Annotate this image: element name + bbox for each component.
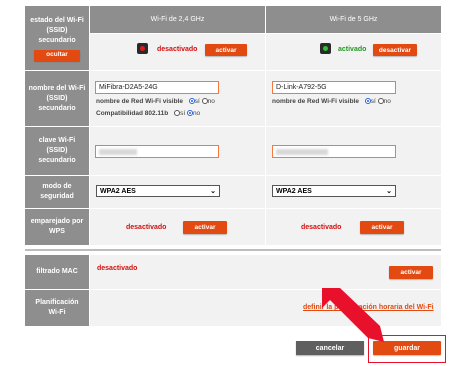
security-mode-label: modo de seguridad [25, 176, 89, 208]
ssid-name-5-input[interactable]: D-Link-A792-5G [272, 81, 396, 94]
section-divider [25, 249, 441, 251]
visible-5-no-label: no [383, 98, 391, 105]
ssid-status-5-text: activado [338, 46, 367, 53]
mac-filter-label: filtrado MAC [25, 255, 89, 289]
wps-5-status: desactivado [301, 224, 342, 231]
mac-filter-activate-button[interactable]: activar [389, 266, 433, 279]
hide-button[interactable]: ocultar [34, 49, 80, 61]
chevron-down-icon: ⌄ [210, 188, 216, 195]
compat-24-no-label: no [192, 110, 201, 117]
visible-5-no-radio[interactable] [377, 98, 384, 105]
secondary-ssid-status-label-text: estado del Wi-Fi (SSID) secundario [30, 16, 84, 44]
visible-24-yes-label: sí [194, 98, 200, 105]
wps-24-activate-button[interactable]: activar [183, 221, 227, 234]
visible-24-label: nombre de Red Wi-Fi visible [96, 98, 183, 105]
security-24-select[interactable]: WPA2 AES ⌄ [96, 185, 220, 197]
security-24-value: WPA2 AES [100, 187, 136, 195]
chevron-down-icon: ⌄ [386, 188, 392, 195]
compat-24-yes-label: sí [180, 110, 186, 117]
status-led-5-icon [320, 43, 331, 54]
wifi-key-label-text: clave Wi-Fi (SSID) secundario [38, 137, 76, 164]
visible-24-no-label: no [207, 98, 215, 105]
visible-24-row: nombre de Red Wi-Fi visible sí no [96, 98, 215, 105]
wps-cell-24 [90, 209, 265, 245]
column-header-24ghz: Wi-Fi de 2,4 GHz [90, 6, 265, 33]
wps-cell-5 [266, 209, 441, 245]
arrow-shape [322, 288, 384, 342]
hidden-key-24 [99, 148, 137, 155]
security-mode-label-text: modo de seguridad [40, 183, 74, 200]
visible-24-no-radio[interactable] [201, 98, 208, 105]
activate-24-button[interactable]: activar [205, 44, 247, 56]
ssid-status-24-text: desactivado [157, 46, 198, 53]
wifi-schedule-label: Planificación Wi-Fi [25, 290, 89, 326]
wifi-key-24-input[interactable] [95, 145, 219, 158]
hidden-key-5 [276, 148, 328, 155]
mac-filter-label-text: filtrado MAC [36, 268, 78, 275]
network-name-label: nombre del Wi-Fi (SSID) secundario [25, 71, 89, 126]
visible-5-yes-label: sí [370, 98, 376, 105]
secondary-ssid-status-label: estado del Wi-Fi (SSID) secundario ocult… [25, 6, 89, 70]
compat-24-label: Compatibilidad 802.11b [96, 110, 169, 117]
visible-5-row: nombre de Red Wi-Fi visible sí no [272, 98, 391, 105]
wifi-schedule-label-text: Planificación Wi-Fi [35, 299, 79, 316]
deactivate-5-button[interactable]: desactivar [373, 44, 417, 56]
wps-label: emparejado por WPS [25, 209, 89, 245]
wifi-key-5-input[interactable] [272, 145, 396, 158]
wps-5-activate-button[interactable]: activar [360, 221, 404, 234]
network-name-label-text: nombre del Wi-Fi (SSID) secundario [28, 84, 86, 112]
status-led-24-icon [137, 43, 148, 54]
security-5-select[interactable]: WPA2 AES ⌄ [272, 185, 396, 197]
column-header-5ghz: Wi-Fi de 5 GHz [266, 6, 441, 33]
mac-filter-status: desactivado [97, 265, 138, 272]
compat-24-row: Compatibilidad 802.11b sí no [96, 110, 200, 117]
ssid-name-24-input[interactable]: MiFibra-D2A5-24G [95, 81, 219, 94]
wps-label-text: emparejado por WPS [30, 218, 84, 235]
pointer-arrow-icon [322, 288, 384, 342]
wps-24-status: desactivado [126, 224, 167, 231]
wifi-key-label: clave Wi-Fi (SSID) secundario [25, 127, 89, 175]
visible-5-label: nombre de Red Wi-Fi visible [272, 98, 359, 105]
security-5-value: WPA2 AES [276, 187, 312, 195]
